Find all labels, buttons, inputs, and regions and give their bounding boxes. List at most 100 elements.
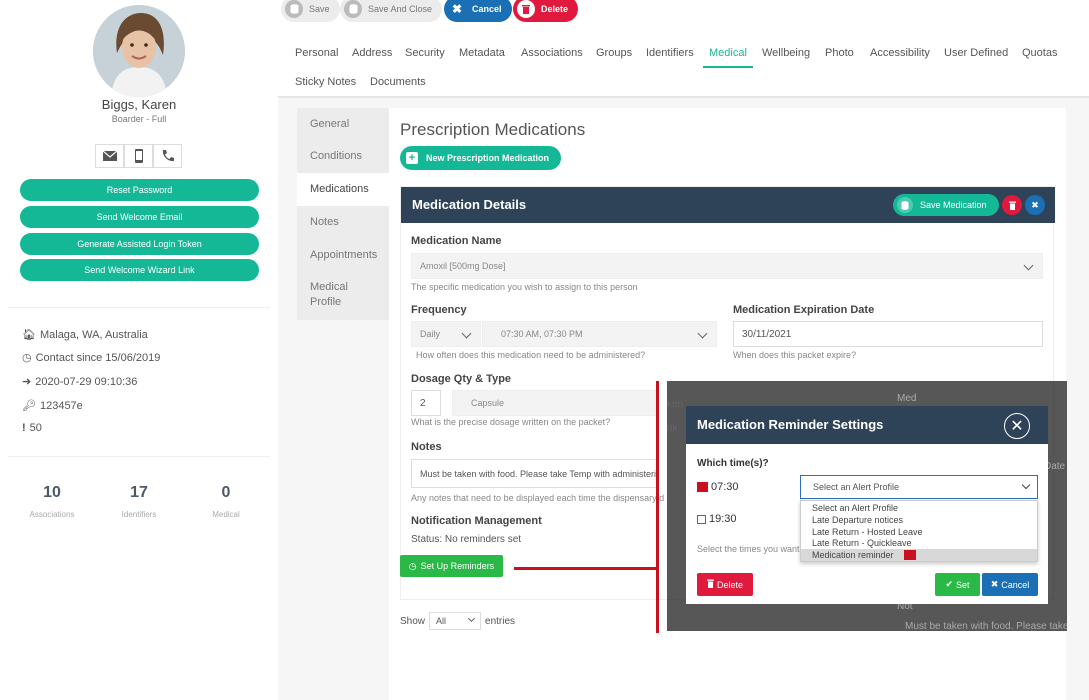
medication-name-label: Medication Name	[411, 235, 502, 247]
notification-label: Notification Management	[411, 515, 542, 527]
generate-login-token-button[interactable]: Generate Assisted Login Token	[20, 233, 259, 255]
tab-security[interactable]: Security	[405, 47, 445, 59]
notes-help: Any notes that need to be displayed each…	[411, 493, 665, 503]
trash-icon	[517, 0, 535, 18]
tab-address[interactable]: Address	[352, 47, 392, 59]
dosage-type-select[interactable]: Capsule	[452, 390, 657, 416]
phone-icon[interactable]	[153, 144, 182, 168]
page-title: Prescription Medications	[400, 120, 586, 139]
send-welcome-email-button[interactable]: Send Welcome Email	[20, 206, 259, 228]
dropdown-option[interactable]: Select an Alert Profile	[801, 502, 1037, 514]
send-wizard-link-button[interactable]: Send Welcome Wizard Link	[20, 259, 259, 281]
subnav-medications[interactable]: Medications	[297, 173, 389, 206]
profile-panel: Biggs, Karen Boarder - Full Reset Passwo…	[0, 0, 278, 700]
contact-icons	[95, 144, 182, 168]
trash-icon	[706, 579, 714, 590]
dropdown-option[interactable]: Late Departure notices	[801, 514, 1037, 526]
show-entries: Show All entries	[400, 612, 515, 630]
tab-bar: Personal Address Security Metadata Assoc…	[278, 24, 1089, 98]
new-prescription-button[interactable]: + New Prescription Medication	[400, 146, 561, 170]
database-icon	[344, 0, 362, 18]
subnav-conditions[interactable]: Conditions	[297, 140, 389, 173]
notes-label: Notes	[411, 441, 442, 453]
subnav-appointments[interactable]: Appointments	[297, 239, 389, 272]
location-line: 🏠︎ Malaga, WA, Australia	[22, 328, 148, 342]
entries-select[interactable]: All	[429, 612, 482, 630]
dosage-qty-input[interactable]: 2	[411, 390, 441, 416]
modal-header: Medication Reminder Settings ✕	[686, 406, 1048, 444]
highlight-marker	[904, 550, 916, 560]
tab-sticky-notes[interactable]: Sticky Notes	[295, 76, 356, 88]
set-up-reminders-button[interactable]: ◷ Set Up Reminders	[400, 555, 503, 577]
close-icon[interactable]: ✖	[1025, 195, 1045, 215]
modal-delete-button[interactable]: Delete	[697, 573, 753, 596]
tab-metadata[interactable]: Metadata	[459, 47, 505, 59]
callout-line	[514, 567, 658, 570]
modal-cancel-button[interactable]: ✖ Cancel	[982, 573, 1038, 596]
modal-set-button[interactable]: ✔ Set	[935, 573, 980, 596]
subnav-notes[interactable]: Notes	[297, 206, 389, 239]
divider	[8, 456, 270, 457]
dropdown-option[interactable]: Late Return - Quickleave	[801, 537, 1037, 549]
close-icon: ✖	[990, 579, 999, 589]
modal-title: Medication Reminder Settings	[697, 417, 884, 432]
time-checkbox-0730[interactable]	[697, 482, 708, 492]
tab-quotas[interactable]: Quotas	[1022, 47, 1057, 59]
delete-button[interactable]: Delete	[513, 0, 579, 22]
home-icon: 🏠︎	[22, 329, 36, 341]
tab-documents[interactable]: Documents	[370, 76, 426, 88]
frequency-label: Frequency	[411, 304, 467, 316]
medication-name-select[interactable]: Amoxil [500mg Dose]	[411, 253, 1043, 279]
dropdown-option-highlighted[interactable]: Medication reminder	[801, 549, 1037, 561]
alert-profile-dropdown: Select an Alert Profile Late Departure n…	[800, 500, 1038, 562]
subnav-general[interactable]: General	[297, 108, 389, 140]
which-times-label: Which time(s)?	[697, 458, 769, 469]
expiration-date-input[interactable]: 30/11/2021	[733, 321, 1043, 347]
stat-medical[interactable]: 0 Medical	[181, 484, 271, 519]
card-header: Medication Details Save Medication ✖	[401, 187, 1055, 223]
reset-password-button[interactable]: Reset Password	[20, 179, 259, 201]
toolbar: Save Save And Close ✖ Cancel Delete	[278, 0, 1089, 24]
chevron-down-icon	[467, 614, 476, 623]
tab-personal[interactable]: Personal	[295, 47, 338, 59]
alert-profile-select[interactable]: Select an Alert Profile	[800, 475, 1038, 499]
reminder-settings-modal: Medication Reminder Settings ✕ Which tim…	[686, 406, 1048, 604]
avatar	[93, 5, 185, 97]
cancel-button[interactable]: ✖ Cancel	[444, 0, 512, 22]
tab-accessibility[interactable]: Accessibility	[870, 47, 930, 59]
mobile-icon[interactable]	[124, 144, 153, 168]
close-icon[interactable]: ✕	[1004, 413, 1030, 439]
plus-icon: +	[406, 152, 418, 164]
email-icon[interactable]	[95, 144, 124, 168]
time-checkbox-1930[interactable]	[697, 514, 706, 524]
stat-associations[interactable]: 10 Associations	[7, 484, 97, 519]
tab-identifiers[interactable]: Identifiers	[646, 47, 694, 59]
chevron-down-icon	[697, 328, 708, 339]
save-button[interactable]: Save	[281, 0, 340, 22]
tab-associations[interactable]: Associations	[521, 47, 583, 59]
key-line: 🔑︎ 123457e	[22, 399, 83, 413]
tab-wellbeing[interactable]: Wellbeing	[762, 47, 810, 59]
tab-groups[interactable]: Groups	[596, 47, 632, 59]
divider	[8, 307, 270, 308]
chevron-down-icon	[461, 328, 472, 339]
trash-icon[interactable]	[1002, 195, 1022, 215]
frequency-times-select[interactable]: 07:30 AM, 07:30 PM	[482, 321, 717, 347]
time-row-0730: 07:30	[697, 481, 739, 493]
notes-input[interactable]: Must be taken with food. Please take Tem…	[411, 459, 657, 488]
tab-photo[interactable]: Photo	[825, 47, 854, 59]
modal-help: Select the times you want	[697, 544, 800, 554]
clock-icon: ◷	[408, 560, 417, 571]
stat-identifiers[interactable]: 17 Identifiers	[94, 484, 184, 519]
expiration-label: Medication Expiration Date	[733, 304, 875, 316]
close-icon: ✖	[451, 2, 463, 16]
tab-medical[interactable]: Medical	[709, 47, 747, 59]
subnav-medical-profile[interactable]: Medical Profile	[297, 280, 377, 310]
frequency-select[interactable]: Daily	[411, 321, 481, 347]
priority-line: ! 50	[22, 422, 42, 434]
tab-user-defined[interactable]: User Defined	[944, 47, 1008, 59]
dosage-label: Dosage Qty & Type	[411, 373, 512, 385]
save-medication-button[interactable]: Save Medication	[893, 194, 999, 216]
save-and-close-button[interactable]: Save And Close	[340, 0, 443, 22]
login-icon: ➜	[22, 376, 32, 388]
